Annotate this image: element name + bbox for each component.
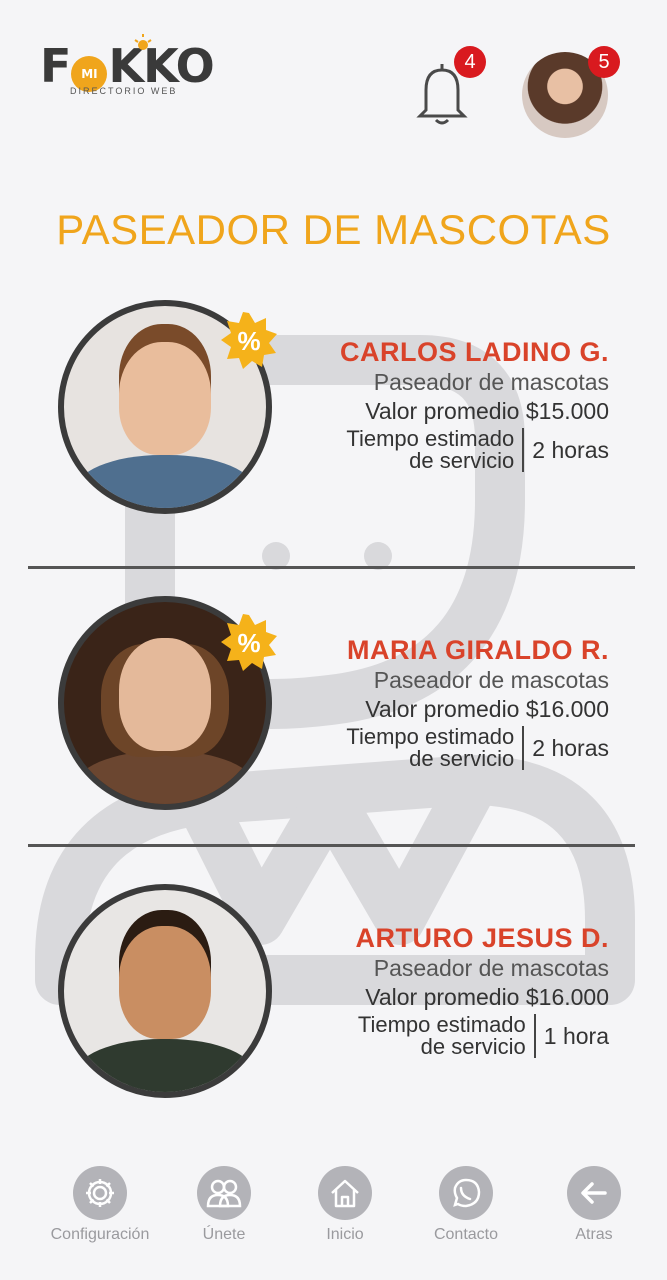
nav-contact[interactable]: Contacto xyxy=(406,1160,526,1244)
whatsapp-icon xyxy=(453,1178,481,1208)
service-time: Tiempo estimado de servicio 2 horas xyxy=(346,726,609,770)
provider-price: Valor promedio $16.000 xyxy=(365,984,609,1010)
provider-card[interactable]: % MARIA GIRALDO R. Paseador de mascotas … xyxy=(0,596,667,816)
sun-icon xyxy=(134,34,152,50)
discount-badge[interactable]: % xyxy=(220,312,278,370)
profile-button[interactable]: 5 xyxy=(522,46,620,138)
provider-name[interactable]: ARTURO JESUS D. xyxy=(355,922,609,954)
time-separator xyxy=(522,428,525,472)
provider-info: ARTURO JESUS D. Paseador de mascotas Val… xyxy=(355,922,609,1058)
time-label-line1: Tiempo estimado xyxy=(346,724,515,749)
nav-settings[interactable]: Configuración xyxy=(40,1160,160,1244)
provider-role: Paseador de mascotas xyxy=(373,667,609,693)
profile-badge: 5 xyxy=(588,46,620,78)
gear-icon xyxy=(86,1179,114,1207)
bottom-nav: Configuración Únete Inicio Contacto Atra… xyxy=(0,1160,667,1250)
provider-price: Valor promedio $16.000 xyxy=(365,696,609,722)
time-label-line1: Tiempo estimado xyxy=(357,1012,526,1037)
discount-badge[interactable]: % xyxy=(220,614,278,672)
nav-join[interactable]: Únete xyxy=(164,1160,284,1244)
divider xyxy=(28,566,635,569)
provider-card[interactable]: % CARLOS LADINO G. Paseador de mascotas … xyxy=(0,300,667,520)
provider-name[interactable]: CARLOS LADINO G. xyxy=(340,336,609,368)
time-separator xyxy=(533,1014,536,1058)
notifications-badge: 4 xyxy=(454,46,486,78)
provider-info: MARIA GIRALDO R. Paseador de mascotas Va… xyxy=(346,634,609,770)
time-separator xyxy=(522,726,525,770)
provider-card[interactable]: ARTURO JESUS D. Paseador de mascotas Val… xyxy=(0,884,667,1104)
page-title: PASEADOR DE MASCOTAS xyxy=(56,206,611,253)
time-label-line2: de servicio xyxy=(420,1034,526,1059)
time-label-line2: de servicio xyxy=(409,448,515,473)
time-label-line2: de servicio xyxy=(409,746,515,771)
home-icon xyxy=(331,1179,359,1208)
time-value: 2 horas xyxy=(532,436,609,463)
arrow-left-icon xyxy=(581,1182,607,1204)
provider-photo xyxy=(58,884,272,1098)
time-value: 1 hora xyxy=(543,1022,609,1049)
provider-role: Paseador de mascotas xyxy=(373,955,609,981)
provider-name[interactable]: MARIA GIRALDO R. xyxy=(346,634,609,666)
users-icon xyxy=(206,1179,242,1208)
provider-price: Valor promedio $15.000 xyxy=(365,398,609,424)
time-value: 2 horas xyxy=(532,734,609,761)
divider xyxy=(28,844,635,847)
notifications-button[interactable]: 4 xyxy=(416,46,486,128)
service-time: Tiempo estimado de servicio 2 horas xyxy=(340,428,609,472)
service-time: Tiempo estimado de servicio 1 hora xyxy=(355,1014,609,1058)
time-label-line1: Tiempo estimado xyxy=(346,426,515,451)
logo-subtitle: DIRECTORIO WEB xyxy=(70,86,178,96)
brand-logo[interactable]: F MI KKO DIRECTORIO WEB xyxy=(40,34,220,100)
nav-home[interactable]: Inicio xyxy=(285,1160,405,1244)
provider-info: CARLOS LADINO G. Paseador de mascotas Va… xyxy=(340,336,609,472)
provider-role: Paseador de mascotas xyxy=(373,369,609,395)
nav-back[interactable]: Atras xyxy=(534,1160,654,1244)
